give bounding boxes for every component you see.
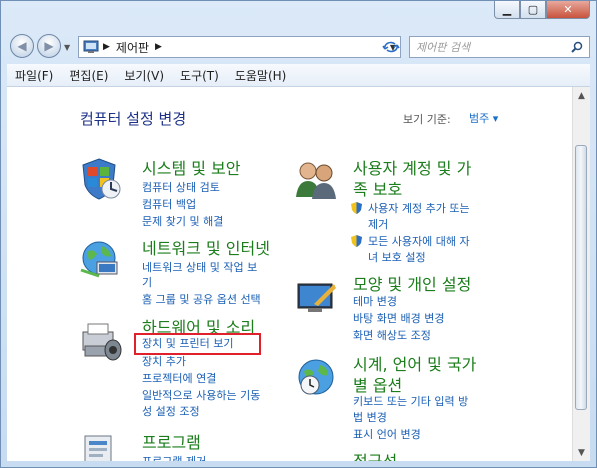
link-change-desktop-background[interactable]: 바탕 화면 배경 변경	[353, 310, 444, 327]
control-panel-icon	[83, 40, 99, 53]
link-change-keyboards[interactable]: 키보드 또는 기타 입력 방	[353, 393, 468, 410]
forward-arrow-icon: ▶	[44, 39, 54, 53]
control-panel-window: ▁ ▢ ✕ ◀ ▶ ▼ ▶ 제어판 ▶ ▼ 제어판 검색 파일(F) 편집(E)…	[0, 0, 597, 468]
link-adjust-mobility-settings[interactable]: 일반적으로 사용하는 기동	[142, 387, 260, 404]
recent-pages-icon[interactable]: ▼	[64, 43, 70, 52]
scrollbar-thumb[interactable]	[575, 145, 587, 410]
link-view-network-status[interactable]: 네트워크 상태 및 작업 보	[142, 259, 257, 276]
link-troubleshoot[interactable]: 문제 찾기 및 해결	[142, 213, 223, 230]
view-by-label: 보기 기준:	[403, 113, 451, 126]
search-placeholder: 제어판 검색	[416, 41, 471, 54]
category-title-ease-of-access[interactable]: 접근성	[353, 451, 397, 461]
vertical-scrollbar[interactable]: ▲ ▼	[572, 87, 590, 461]
menu-view[interactable]: 보기(V)	[116, 67, 172, 84]
link-parental-controls-cont[interactable]: 녀 보호 설정	[368, 249, 426, 266]
link-parental-controls[interactable]: 모든 사용자에 대해 자	[368, 233, 470, 250]
link-add-device[interactable]: 장치 추가	[142, 353, 186, 370]
close-button[interactable]: ✕	[546, 1, 590, 19]
link-adjust-screen-resolution[interactable]: 화면 해상도 조정	[353, 327, 431, 344]
back-arrow-icon: ◀	[17, 39, 27, 53]
page-title: 컴퓨터 설정 변경	[80, 110, 187, 128]
users-icon	[296, 162, 336, 199]
menu-bar: 파일(F) 편집(E) 보기(V) 도구(T) 도움말(H)	[7, 64, 590, 87]
search-box[interactable]: 제어판 검색	[409, 36, 590, 58]
appearance-icon	[297, 283, 336, 312]
link-change-display-language[interactable]: 표시 언어 변경	[353, 426, 421, 443]
menu-edit[interactable]: 편집(E)	[61, 67, 116, 84]
link-connect-projector[interactable]: 프로젝터에 연결	[142, 370, 216, 387]
programs-icon	[84, 435, 112, 461]
uac-shield-icon	[351, 202, 362, 214]
link-change-keyboards-cont[interactable]: 법 변경	[353, 409, 387, 426]
category-title-user-accounts-line2[interactable]: 족 보호	[353, 179, 402, 200]
refresh-icon[interactable]	[381, 40, 401, 54]
scroll-down-icon[interactable]: ▼	[573, 444, 590, 461]
printer-speaker-icon	[82, 323, 122, 361]
back-button[interactable]: ◀	[10, 34, 34, 58]
link-homegroup-sharing[interactable]: 홈 그룹 및 공유 옵션 선택	[142, 291, 261, 308]
navigation-bar: ◀ ▶ ▼ ▶ 제어판 ▶ ▼ 제어판 검색	[1, 31, 596, 63]
maximize-icon: ▢	[527, 3, 539, 16]
link-view-devices-printers[interactable]: 장치 및 프린터 보기	[142, 335, 233, 352]
category-title-appearance[interactable]: 모양 및 개인 설정	[353, 274, 471, 295]
category-title-programs[interactable]: 프로그램	[142, 432, 201, 453]
forward-button[interactable]: ▶	[37, 34, 61, 58]
network-globe-icon	[80, 241, 118, 278]
minimize-icon: ▁	[502, 3, 512, 16]
breadcrumb-control-panel[interactable]: 제어판	[116, 39, 149, 56]
address-bar[interactable]: ▶ 제어판 ▶ ▼	[78, 36, 401, 58]
caption-buttons: ▁ ▢ ✕	[494, 1, 590, 19]
menu-help[interactable]: 도움말(H)	[227, 67, 295, 84]
category-title-system-security[interactable]: 시스템 및 보안	[142, 158, 241, 179]
link-view-network-status-cont[interactable]: 기	[142, 274, 152, 291]
uac-shield-icon	[351, 235, 362, 247]
clock-globe-icon	[298, 359, 334, 395]
breadcrumb-separator-icon: ▶	[103, 42, 110, 52]
shield-icon	[82, 158, 121, 200]
breadcrumb-chevron-icon[interactable]: ▶	[155, 42, 162, 52]
link-adjust-mobility-settings-cont[interactable]: 성 설정 조정	[142, 403, 200, 420]
search-icon[interactable]	[571, 41, 583, 53]
menu-tools[interactable]: 도구(T)	[172, 67, 227, 84]
link-backup-computer[interactable]: 컴퓨터 백업	[142, 196, 196, 213]
category-title-network-internet[interactable]: 네트워크 및 인터넷	[142, 238, 270, 259]
link-review-computer-status[interactable]: 컴퓨터 상태 검토	[142, 179, 220, 196]
category-title-clock-language-region[interactable]: 시계, 언어 및 국가	[353, 354, 476, 375]
link-add-remove-user-accounts[interactable]: 사용자 계정 추가 또는	[368, 200, 470, 217]
menu-file[interactable]: 파일(F)	[7, 67, 61, 84]
category-title-user-accounts[interactable]: 사용자 계정 및 가	[353, 158, 471, 179]
minimize-button[interactable]: ▁	[494, 1, 520, 19]
link-uninstall-program[interactable]: 프로그램 제거	[142, 453, 206, 461]
scroll-up-icon[interactable]: ▲	[573, 87, 590, 104]
maximize-button[interactable]: ▢	[520, 1, 546, 19]
link-change-theme[interactable]: 테마 변경	[353, 293, 397, 310]
view-by-dropdown[interactable]: 범주 ▾	[469, 110, 498, 126]
close-icon: ✕	[563, 3, 573, 16]
link-add-remove-user-accounts-cont[interactable]: 제거	[368, 216, 388, 233]
content-pane: 컴퓨터 설정 변경 보기 기준: 범주 ▾ 시스템 및 보안 컴퓨터 상태 검토…	[7, 87, 590, 461]
